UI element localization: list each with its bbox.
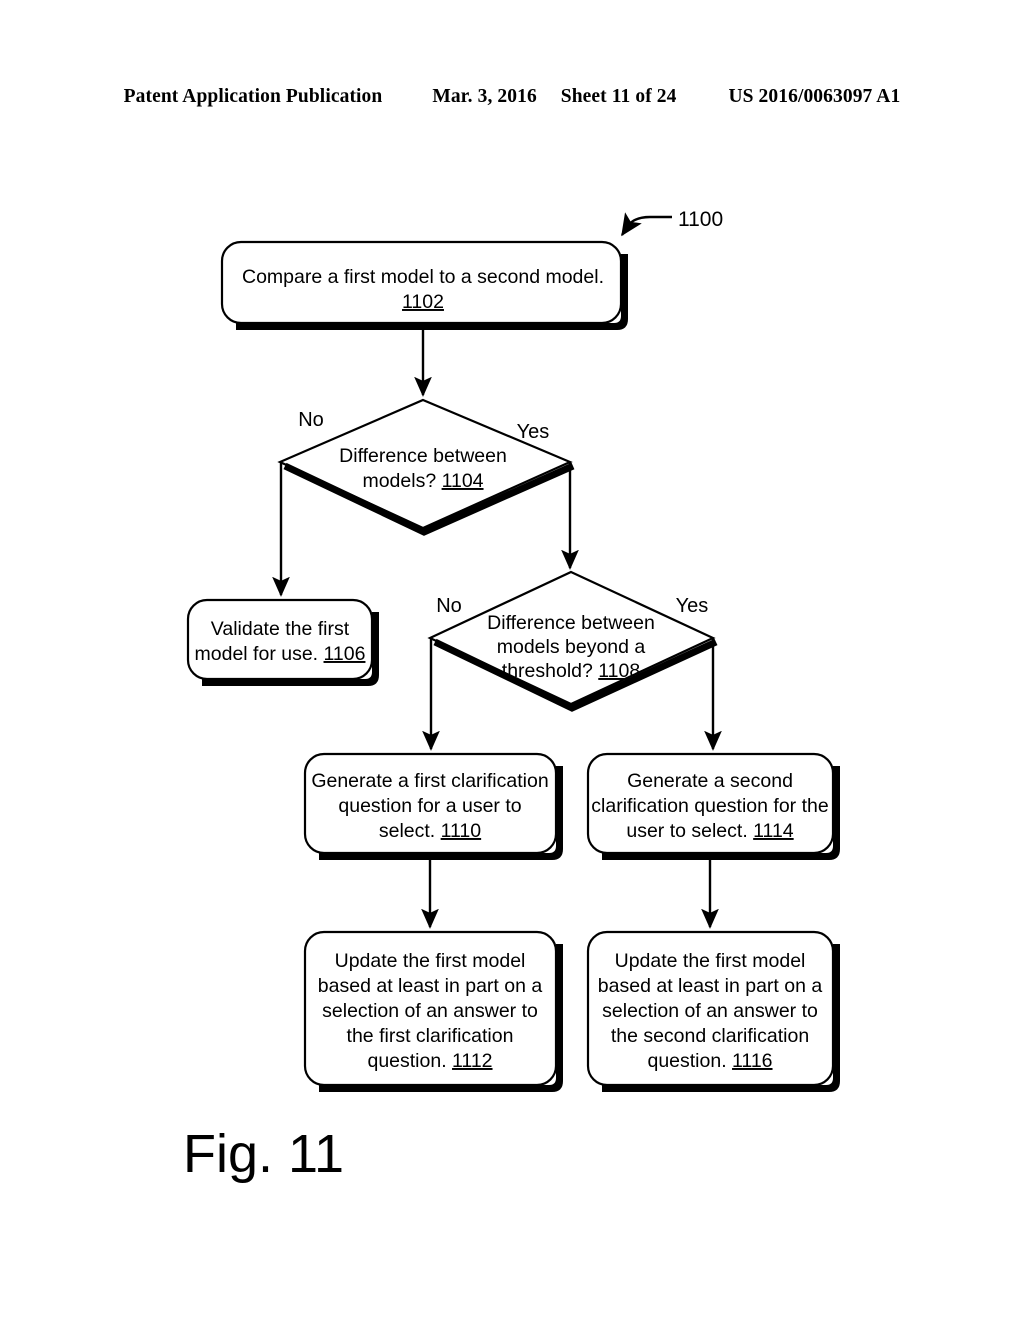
figure-lead-callout: 1100 [621,208,723,237]
node-1112-line-1: Update the first model [335,950,526,972]
node-1108-ref: 1108 [598,660,640,682]
node-1106-line-2-text: model for use. [195,643,324,665]
node-1110-ref: 1110 [441,820,482,842]
node-1116-line-5-text: question. [647,1050,732,1072]
node-1104-ref: 1104 [442,470,484,492]
node-1108-line-2: models beyond a [497,636,646,658]
node-1112-line-3: selection of an answer to [322,1000,538,1022]
node-1114-line-2: clarification question for the [591,795,828,817]
node-1106-line-1: Validate the first [211,618,350,640]
node-1116-line-4: the second clarification [611,1025,809,1047]
node-1106-line-2: model for use. 1106 [195,643,366,665]
node-1104-branch-yes-label: Yes [517,421,550,443]
node-1116-line-2: based at least in part on a [598,975,823,997]
node-1102-line-1: Compare a first model to a second model. [242,266,604,288]
node-1116-ref: 1116 [732,1050,773,1072]
node-1112-line-5: question. 1112 [367,1050,492,1072]
node-1110-line-1: Generate a first clarification [311,770,548,792]
node-1104-line-1: Difference between [339,445,507,467]
node-1116-line-5: question. 1116 [647,1050,772,1072]
node-1108-line-1: Difference between [487,612,655,634]
node-1102-ref: 1102 [402,291,444,313]
node-1108[interactable]: Difference between models beyond a thres… [427,570,718,712]
figure-caption: Fig. 11 [183,1124,344,1184]
node-1112-line-5-text: question. [367,1050,452,1072]
node-1106[interactable]: Validate the first model for use. 1106 [186,598,379,686]
node-1106-ref: 1106 [324,643,366,665]
node-1110-line-2: question for a user to [338,795,521,817]
lead-line-1100 [621,212,672,237]
node-1108-branch-yes-label: Yes [676,595,709,617]
node-1114[interactable]: Generate a second clarification question… [586,752,840,860]
node-1104-branch-no-label: No [298,409,324,431]
node-1116-line-3: selection of an answer to [602,1000,818,1022]
node-1116-line-1: Update the first model [615,950,806,972]
node-1108-branch-no-label: No [436,595,462,617]
node-1110-line-3: select. 1110 [379,820,481,842]
node-1114-line-3-text: user to select. [626,820,753,842]
lead-label-1100: 1100 [678,208,723,231]
node-1114-line-1: Generate a second [627,770,793,792]
node-1108-line-3-text: threshold? [502,660,598,682]
node-1110-line-3-text: select. [379,820,441,842]
node-1108-line-3: threshold? 1108 [502,660,640,682]
node-1102[interactable]: Compare a first model to a second model.… [220,240,628,330]
node-1104-line-2: models? 1104 [362,470,483,492]
node-1112-line-2: based at least in part on a [318,975,543,997]
node-1112-ref: 1112 [452,1050,493,1072]
node-1104[interactable]: Difference between models? 1104 No Yes [277,398,575,536]
node-1114-line-3: user to select. 1114 [626,820,793,842]
node-1112-line-4: the first clarification [347,1025,514,1047]
node-1114-ref: 1114 [753,820,794,842]
node-1104-line-2-text: models? [362,470,441,492]
figure-flowchart: 1100 Compare a first model to a second m… [0,0,1024,1320]
node-1110[interactable]: Generate a first clarification question … [303,752,563,860]
node-1116[interactable]: Update the first model based at least in… [586,930,840,1092]
node-1112[interactable]: Update the first model based at least in… [303,930,563,1092]
